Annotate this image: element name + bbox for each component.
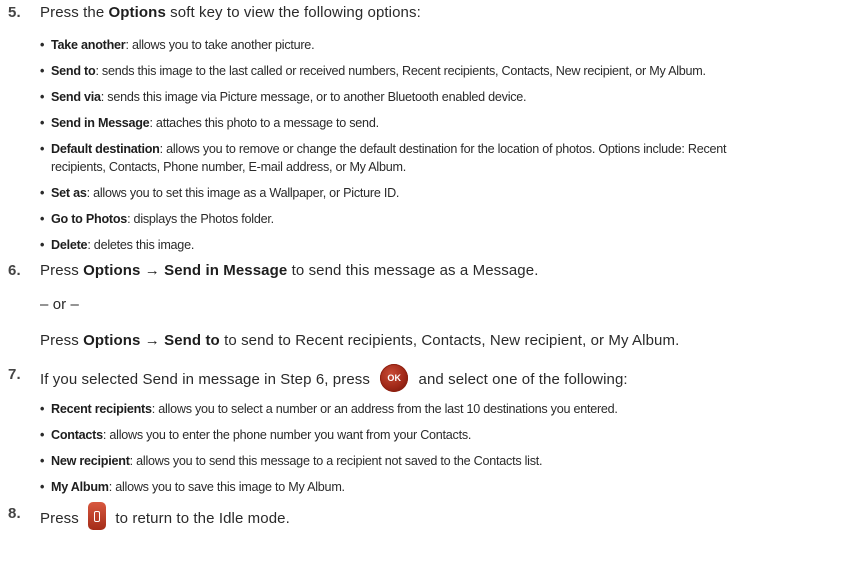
ok-key-icon: OK [380, 364, 409, 392]
list-item-desc: : allows you to select a number or an ad… [151, 402, 618, 416]
step-text-post: to send to Recent recipients, Contacts, … [219, 332, 680, 349]
step-number: 5. [8, 4, 21, 21]
bullet-icon: • [40, 428, 45, 442]
bullet-icon: • [40, 212, 45, 226]
list-item-term: Send to [51, 64, 96, 78]
list-item-term: Contacts [51, 428, 103, 442]
list-item-desc: : deletes this image. [87, 238, 195, 252]
bullet-icon: • [40, 454, 45, 468]
step-text-pre: If you selected Send in message in Step … [40, 370, 375, 388]
bullet-icon: • [40, 480, 45, 494]
menu-path: Options → Send in Message [83, 262, 288, 279]
list-item-term: Send via [51, 90, 101, 104]
list-item-term: Recent recipients [51, 402, 152, 416]
list-item-term: Default destination [51, 142, 160, 156]
list-item-desc-cont: recipients, Contacts, Phone number, E-ma… [51, 160, 406, 174]
step-text: Press Options → Send in Message to send … [40, 262, 538, 279]
step-text-pre: Press [40, 262, 84, 279]
step-text-post: and select one of the following: [414, 370, 628, 388]
bullet-icon: • [40, 38, 45, 52]
or-separator: – or – [40, 296, 79, 313]
end-key-icon [88, 502, 107, 530]
step-text-post: to return to the Idle mode. [111, 509, 290, 527]
step-text: Press to return to the Idle mode. [40, 502, 290, 533]
step-text: Press the Options soft key to view the f… [40, 4, 421, 21]
list-item-desc: : attaches this photo to a message to se… [149, 116, 379, 130]
list-item-term: Go to Photos [51, 212, 128, 226]
list-item-desc: : allows you to remove or change the def… [159, 142, 727, 156]
list-item-desc: : allows you to take another picture. [125, 38, 315, 52]
list-item-desc: : allows you to enter the phone number y… [102, 428, 472, 442]
list-item-term: My Album [51, 480, 109, 494]
list-item-desc: : allows you to save this image to My Al… [108, 480, 345, 494]
list-item-term: Take another [51, 38, 126, 52]
menu-path: Options → Send to [83, 332, 220, 349]
bullet-icon: • [40, 90, 45, 104]
bullet-icon: • [40, 186, 45, 200]
list-item-desc: : displays the Photos folder. [127, 212, 274, 226]
step-text-post: to send this message as a Message. [287, 262, 539, 279]
step-number: 8. [8, 505, 21, 522]
bullet-icon: • [40, 116, 45, 130]
list-item-term: Set as [51, 186, 87, 200]
step-text: If you selected Send in message in Step … [40, 364, 628, 394]
options-key-label: Options [108, 4, 166, 21]
list-item-desc: : allows you to send this message to a r… [129, 454, 543, 468]
bullet-icon: • [40, 402, 45, 416]
list-item-term: Delete [51, 238, 88, 252]
list-item-term: Send in Message [51, 116, 150, 130]
bullet-icon: • [40, 64, 45, 78]
step-text-pre: Press the [40, 4, 109, 21]
manual-page: 5. Press the Options soft key to view th… [0, 0, 844, 588]
bullet-icon: • [40, 238, 45, 252]
step-text: Press Options → Send to to send to Recen… [40, 332, 679, 349]
step-text-pre: Press [40, 509, 84, 527]
list-item-desc: : sends this image via Picture message, … [100, 90, 527, 104]
bullet-icon: • [40, 142, 45, 156]
step-number: 6. [8, 262, 21, 279]
step-number: 7. [8, 366, 21, 383]
step-text-pre: Press [40, 332, 84, 349]
list-item-term: New recipient [51, 454, 130, 468]
list-item-desc: : sends this image to the last called or… [95, 64, 706, 78]
step-text-post: soft key to view the following options: [165, 4, 421, 21]
list-item-desc: : allows you to set this image as a Wall… [86, 186, 400, 200]
